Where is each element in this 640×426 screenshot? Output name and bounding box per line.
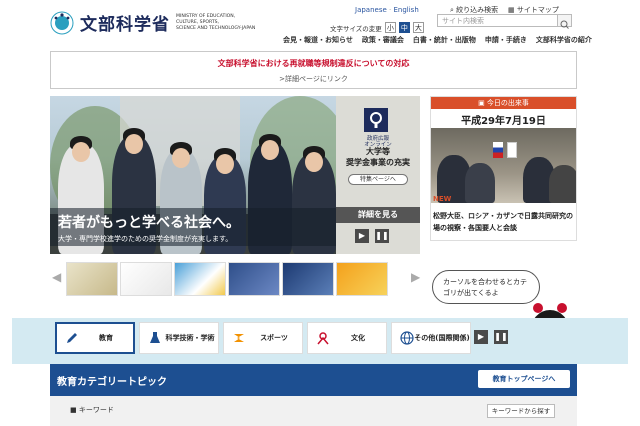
today-photo: [431, 128, 576, 203]
play-icon: ▶: [477, 332, 485, 341]
notice-banner: 文部科学省における再就職等規制違反についての対応 >詳細ページにリンク: [50, 51, 577, 89]
culture-icon: [317, 332, 329, 345]
pause-icon: ❚❚: [375, 231, 389, 240]
gnav-item-whitepaper[interactable]: 白書・統計・出版物: [413, 35, 476, 45]
mext-logo-mark-icon: [50, 11, 74, 34]
sports-icon: [234, 334, 244, 342]
feature-page-button[interactable]: 特集ページへ: [348, 174, 408, 185]
category-tab-science[interactable]: 科学技術・学術: [139, 322, 219, 354]
lang-english-link[interactable]: English: [393, 6, 418, 14]
gnav-item-about[interactable]: 文部科学省の紹介: [536, 35, 592, 45]
carousel-prev-button[interactable]: ◀: [52, 270, 61, 284]
today-event-link[interactable]: 松野大臣、ロシア・カザンで日露共同研究の場の視察・各国要人と会談: [433, 210, 573, 234]
notice-title-link[interactable]: 文部科学省における再就職等規制違反についての対応: [51, 58, 576, 69]
search-icon: [560, 20, 569, 29]
hero-play-button[interactable]: ▶: [355, 229, 369, 243]
font-size-label: 文字サイズの変更: [330, 24, 382, 33]
notice-detail-link[interactable]: >詳細ページにリンク: [51, 74, 576, 84]
carousel-thumb[interactable]: [174, 262, 226, 296]
today-header: ▣ 今日の出来事: [431, 97, 576, 109]
calendar-icon: ▣: [478, 99, 485, 107]
hero-side-title: 大学等 奨学金事業の充実: [346, 147, 410, 167]
carousel-thumb[interactable]: [120, 262, 172, 296]
hero-pause-button[interactable]: ❚❚: [375, 229, 389, 243]
gov-online-logo-icon: [364, 108, 388, 132]
lang-japanese-link[interactable]: Japanese: [355, 6, 387, 14]
font-size-large-button[interactable]: 大: [412, 22, 424, 33]
globe-icon: [400, 331, 414, 345]
category-tab-sports[interactable]: スポーツ: [223, 322, 303, 354]
hero-detail-button[interactable]: 詳細を見る: [336, 207, 420, 223]
magnifier-icon: ⌕: [450, 6, 454, 14]
play-icon: ▶: [358, 231, 366, 240]
category-tab-culture[interactable]: 文化: [307, 322, 387, 354]
font-size-small-button[interactable]: 小: [384, 22, 396, 33]
carousel-thumb[interactable]: [66, 262, 118, 296]
keyword-search-button[interactable]: キーワードから探す: [487, 404, 555, 418]
font-size-medium-button[interactable]: 中: [398, 22, 410, 33]
gnav-item-press[interactable]: 会見・報道・お知らせ: [283, 35, 353, 45]
hero-banner[interactable]: 若者がもっと学べる社会へ。 大学・専門学校進学のための奨学金制度が充実します。: [50, 96, 336, 254]
category-tab-other[interactable]: その他(国際関係): [391, 322, 471, 354]
site-header: 文部科学省 MINISTRY OF EDUCATION, CULTURE, SP…: [0, 0, 640, 50]
gnav-item-policy[interactable]: 政策・審議会: [362, 35, 404, 45]
site-search-input[interactable]: サイト内検索: [437, 14, 572, 27]
category-tab-education[interactable]: 教育: [55, 322, 135, 354]
flask-icon: [150, 332, 160, 343]
carousel-thumb[interactable]: [336, 262, 388, 296]
education-top-button[interactable]: 教育トップページへ: [478, 370, 570, 388]
hero-title: 若者がもっと学べる社会へ。: [58, 215, 240, 231]
chevron-right-icon: ▶: [411, 270, 421, 284]
hero-subtitle: 大学・専門学校進学のための奨学金制度が充実します。: [58, 235, 233, 243]
chevron-left-icon: ◀: [52, 270, 62, 284]
sitemap-icon: ▦: [508, 6, 515, 14]
mext-logo[interactable]: 文部科学省 MINISTRY OF EDUCATION, CULTURE, SP…: [50, 10, 262, 35]
category-pause-button[interactable]: ❚❚: [494, 330, 508, 344]
logo-en-text: MINISTRY OF EDUCATION, CULTURE, SPORTS, …: [176, 13, 256, 31]
gnav-item-application[interactable]: 申請・手続き: [485, 35, 527, 45]
language-switch: Japanese · English: [355, 6, 419, 14]
carousel-thumb[interactable]: [282, 262, 334, 296]
search-button[interactable]: [557, 14, 572, 29]
logo-text: 文部科学省: [80, 15, 170, 35]
carousel-next-button[interactable]: ▶: [411, 270, 420, 284]
font-size-switch: 文字サイズの変更 小 中 大: [330, 22, 424, 33]
pause-icon: ❚❚: [494, 332, 508, 341]
category-play-button[interactable]: ▶: [474, 330, 488, 344]
new-badge: NEW: [433, 195, 452, 203]
topic-title: 教育カテゴリートピック: [57, 377, 167, 388]
keyword-label: ■ キーワード: [70, 406, 114, 414]
pencil-icon: [67, 333, 77, 343]
global-nav: 会見・報道・お知らせ 政策・審議会 白書・統計・出版物 申請・手続き 文部科学省…: [283, 35, 592, 45]
today-date: 平成29年7月19日: [461, 116, 546, 127]
carousel-thumb[interactable]: [228, 262, 280, 296]
